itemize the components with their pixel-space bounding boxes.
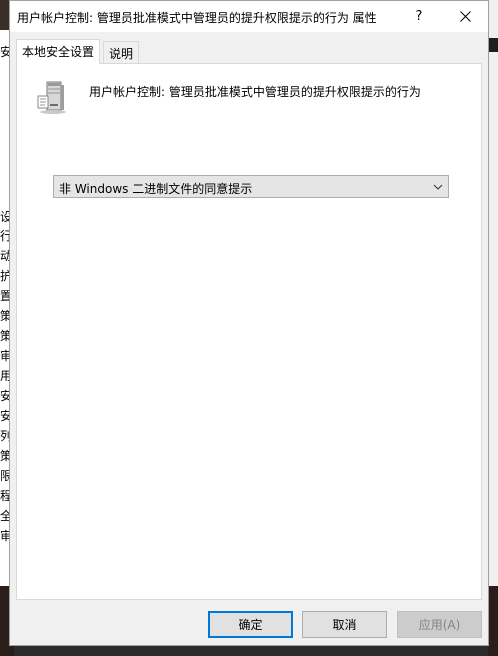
- apply-button-label: 应用(A): [418, 618, 461, 632]
- close-icon: [459, 11, 471, 22]
- apply-button[interactable]: 应用(A): [397, 611, 482, 638]
- ok-button-label: 确定: [238, 618, 263, 632]
- background-window-right-strip: [488, 38, 498, 52]
- policy-name: 用户帐户控制: 管理员批准模式中管理员的提升权限提示的行为: [89, 85, 421, 99]
- chevron-down-icon: [433, 184, 443, 190]
- title-bar[interactable]: 用户帐户控制: 管理员批准模式中管理员的提升权限提示的行为 属性 ?: [10, 1, 488, 32]
- help-icon: ?: [415, 9, 423, 24]
- close-button[interactable]: [442, 1, 488, 32]
- tab-label: 说明: [109, 47, 134, 61]
- tab-local-security-setting[interactable]: 本地安全设置: [16, 39, 101, 64]
- dropdown-selected-value: 非 Windows 二进制文件的同意提示: [59, 182, 253, 196]
- ok-button[interactable]: 确定: [208, 611, 293, 638]
- dialog-title: 用户帐户控制: 管理员批准模式中管理员的提升权限提示的行为 属性: [17, 11, 377, 25]
- elevation-prompt-dropdown[interactable]: 非 Windows 二进制文件的同意提示: [53, 175, 449, 198]
- help-button[interactable]: ?: [404, 1, 434, 32]
- server-policy-icon: [37, 81, 66, 114]
- background-window-right-bottom: [488, 586, 498, 656]
- properties-dialog: 用户帐户控制: 管理员批准模式中管理员的提升权限提示的行为 属性 ? 本地安全设…: [9, 0, 489, 646]
- cancel-button[interactable]: 取消: [302, 611, 387, 638]
- background-window-right: [488, 0, 498, 656]
- tab-label: 本地安全设置: [22, 45, 95, 59]
- tab-panel: 用户帐户控制: 管理员批准模式中管理员的提升权限提示的行为 非 Windows …: [16, 63, 482, 600]
- cancel-button-label: 取消: [332, 618, 357, 632]
- tab-explain[interactable]: 说明: [103, 41, 140, 63]
